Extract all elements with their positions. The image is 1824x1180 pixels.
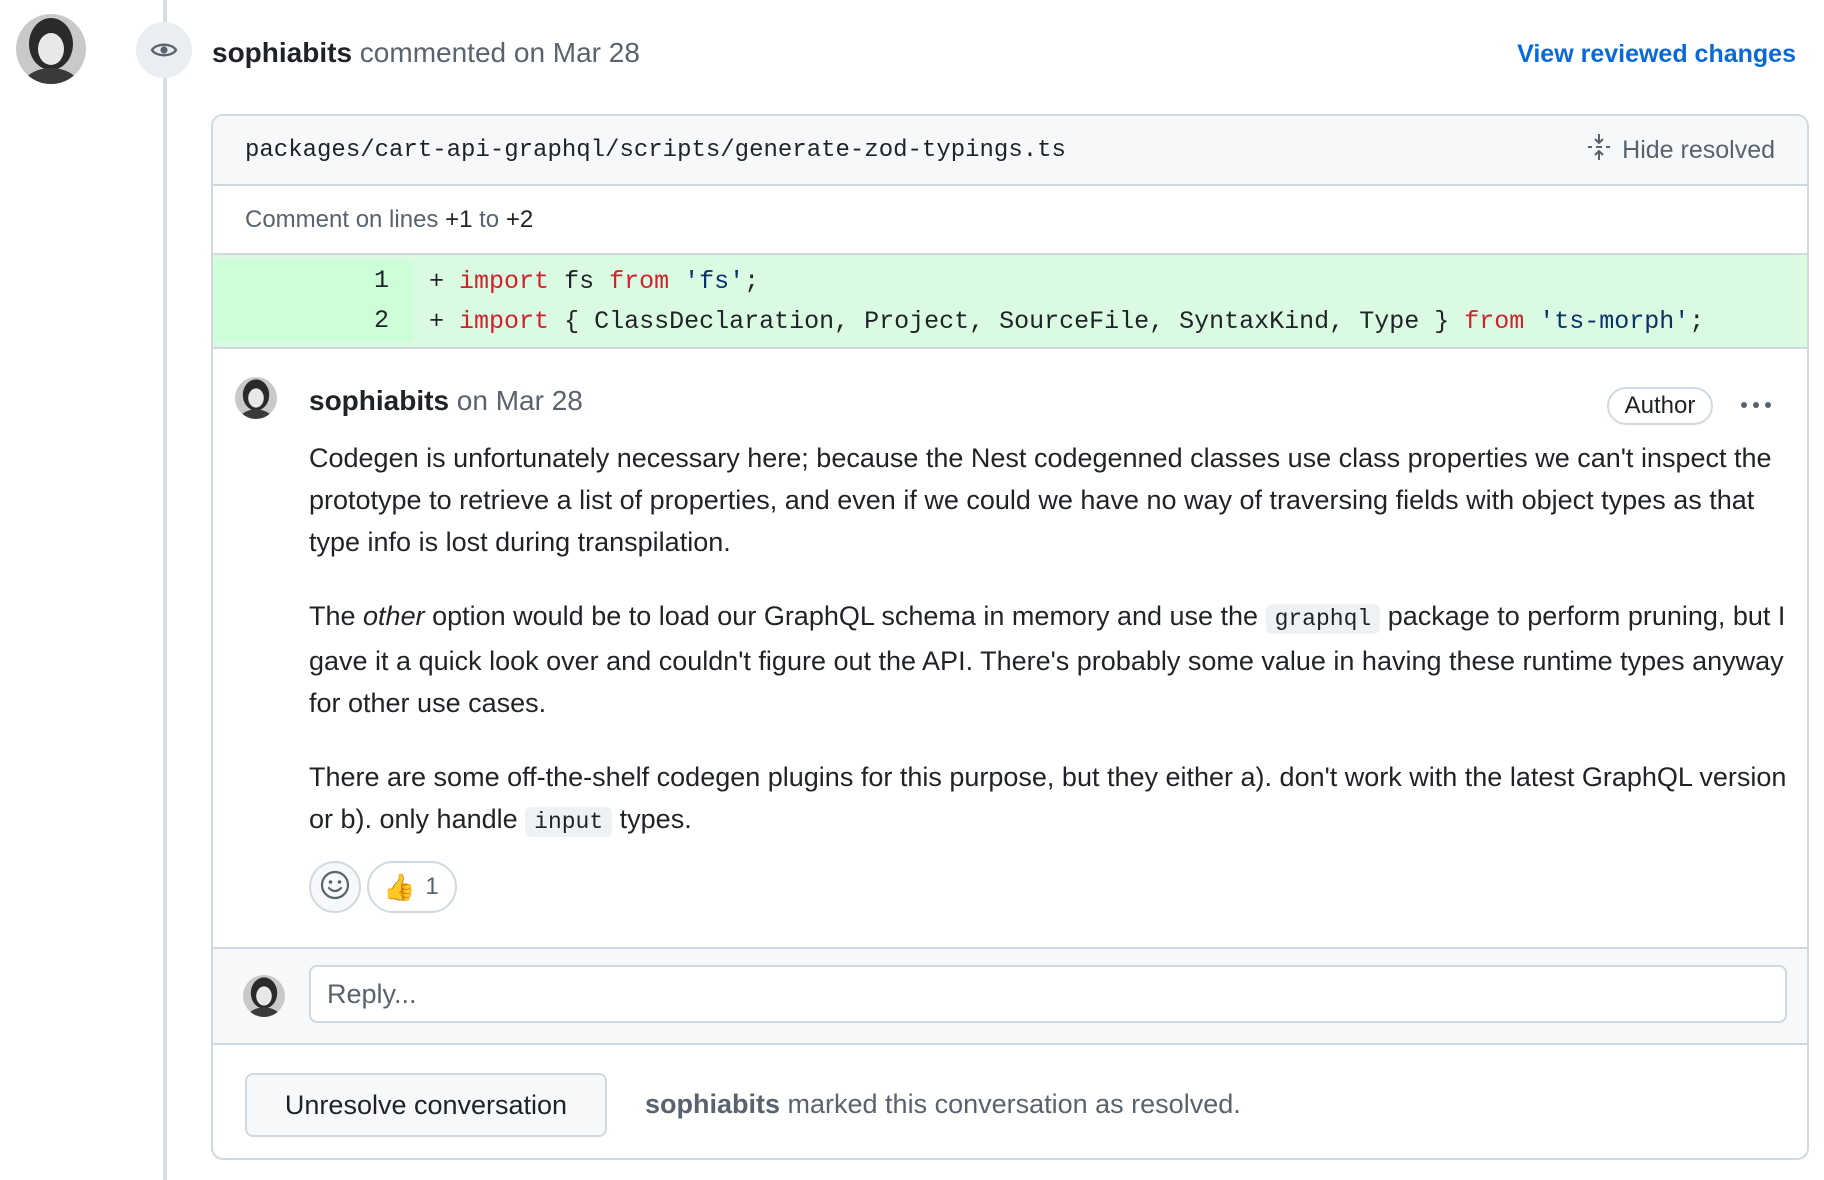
resolved-message: marked this conversation as resolved. xyxy=(780,1089,1241,1119)
code-identifier: { ClassDeclaration, Project, SourceFile,… xyxy=(564,306,1450,336)
add-reaction-button[interactable] xyxy=(309,861,361,913)
kebab-horizontal-icon[interactable] xyxy=(1731,389,1781,421)
reactions-bar: 👍 1 xyxy=(309,861,457,913)
code-semicolon: ; xyxy=(744,266,760,296)
code-keyword: from xyxy=(609,266,670,296)
comment-body: Codegen is unfortunately necessary here;… xyxy=(309,437,1789,875)
file-header: packages/cart-api-graphql/scripts/genera… xyxy=(213,116,1807,186)
review-action: commented on Mar 28 xyxy=(359,37,640,68)
review-thread-card: packages/cart-api-graphql/scripts/genera… xyxy=(211,114,1809,1160)
review-comment: sophiabits on Mar 28 Author Codegen is u… xyxy=(213,349,1807,949)
comment-author-line: sophiabits on Mar 28 xyxy=(309,385,583,417)
unresolve-conversation-button[interactable]: Unresolve conversation xyxy=(245,1073,607,1137)
line-number: 2 xyxy=(213,301,413,341)
resolved-username-link[interactable]: sophiabits xyxy=(645,1089,780,1119)
line-end: +2 xyxy=(505,205,534,233)
view-reviewed-changes-link[interactable]: View reviewed changes xyxy=(1517,40,1796,69)
username-link[interactable]: sophiabits xyxy=(212,37,352,68)
diff-line: 2 + import { ClassDeclaration, Project, … xyxy=(213,301,1807,341)
reaction-count: 1 xyxy=(425,873,439,900)
comment-username-link[interactable]: sophiabits xyxy=(309,385,449,416)
comment-date-link[interactable]: on Mar 28 xyxy=(457,385,583,416)
resolved-status: sophiabits marked this conversation as r… xyxy=(645,1089,1241,1120)
code-string: 'fs' xyxy=(684,266,745,296)
reply-avatar xyxy=(243,975,285,1017)
hide-resolved-button[interactable]: Hide resolved xyxy=(1586,133,1775,168)
diff-snippet: 1 + import fs from 'fs'; 2 + import { Cl… xyxy=(213,255,1807,349)
avatar[interactable] xyxy=(16,14,86,84)
comment-lines-prefix: Comment on lines xyxy=(245,205,439,233)
comment-paragraph: The other option would be to load our Gr… xyxy=(309,595,1789,724)
emphasis-text: other xyxy=(363,601,425,631)
thumbs-up-reaction-button[interactable]: 👍 1 xyxy=(367,861,457,913)
text-run: types. xyxy=(612,804,692,834)
comment-avatar[interactable] xyxy=(235,377,277,419)
author-badge: Author xyxy=(1607,387,1713,425)
line-start: +1 xyxy=(445,205,473,233)
comment-lines-label: Comment on lines +1 to +2 xyxy=(213,186,1807,255)
unfold-icon xyxy=(1586,133,1612,168)
code-keyword: import xyxy=(459,266,550,296)
diff-sign: + xyxy=(429,266,445,296)
code-line: + import { ClassDeclaration, Project, So… xyxy=(413,307,1704,336)
timeline-line xyxy=(163,0,167,1180)
code-semicolon: ; xyxy=(1689,306,1705,336)
comment-paragraph: Codegen is unfortunately necessary here;… xyxy=(309,443,1772,557)
eye-icon xyxy=(136,22,192,78)
text-run: The xyxy=(309,601,364,631)
comment-lines-to: to xyxy=(479,205,500,233)
reply-input[interactable]: Reply... xyxy=(309,965,1787,1023)
text-run: option would be to load our GraphQL sche… xyxy=(424,601,1266,631)
diff-line: 1 + import fs from 'fs'; xyxy=(213,261,1807,301)
inline-code: input xyxy=(525,807,613,837)
code-keyword: import xyxy=(459,306,550,336)
line-number: 1 xyxy=(213,261,413,301)
thumbs-up-icon: 👍 xyxy=(383,871,416,902)
resolved-row: Unresolve conversation sophiabits marked… xyxy=(213,1045,1807,1158)
diff-sign: + xyxy=(429,306,445,336)
file-path-link[interactable]: packages/cart-api-graphql/scripts/genera… xyxy=(245,137,1066,164)
comment-paragraph: There are some off-the-shelf codegen plu… xyxy=(309,756,1789,843)
hide-resolved-label: Hide resolved xyxy=(1622,135,1775,164)
code-keyword: from xyxy=(1464,306,1525,336)
reply-row: Reply... xyxy=(213,949,1807,1045)
inline-code: graphql xyxy=(1265,604,1381,634)
code-identifier: fs xyxy=(564,266,595,296)
review-header: sophiabits commented on Mar 28 xyxy=(212,37,640,69)
code-line: + import fs from 'fs'; xyxy=(413,267,759,296)
smiley-icon xyxy=(319,869,351,906)
code-string: 'ts-morph' xyxy=(1539,306,1690,336)
